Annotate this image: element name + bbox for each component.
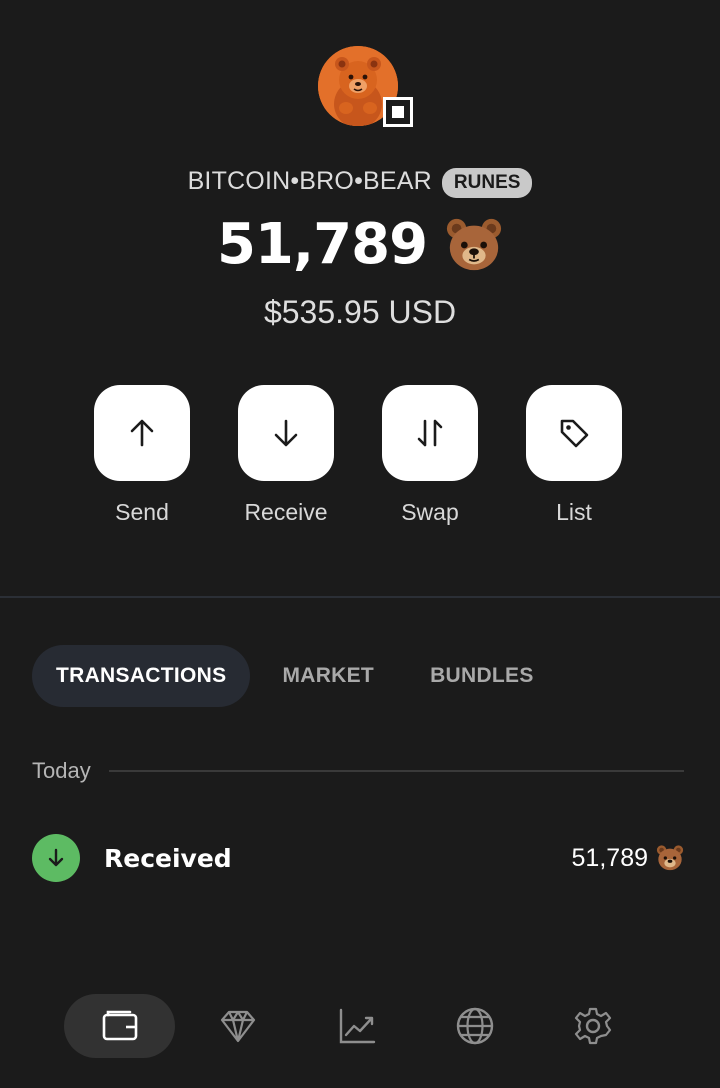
bottom-navigation bbox=[64, 994, 656, 1058]
receive-button[interactable]: Receive bbox=[238, 385, 334, 526]
swap-button[interactable]: Swap bbox=[382, 385, 478, 526]
arrow-up-icon bbox=[130, 419, 154, 447]
activity-tabs: TRANSACTIONS MARKET BUNDLES bbox=[32, 645, 566, 707]
nav-market[interactable] bbox=[301, 994, 412, 1058]
nav-explore[interactable] bbox=[419, 994, 530, 1058]
tag-icon bbox=[560, 419, 589, 448]
token-name: BITCOIN•BRO•BEAR bbox=[187, 166, 432, 195]
tab-market[interactable]: MARKET bbox=[258, 645, 398, 707]
receive-button-tile[interactable] bbox=[238, 385, 334, 481]
transaction-amount: 51,789 bbox=[572, 844, 684, 873]
section-divider bbox=[0, 596, 720, 598]
swap-arrows-icon bbox=[417, 419, 443, 447]
chart-icon bbox=[339, 1008, 375, 1044]
diamond-icon bbox=[221, 1010, 256, 1043]
gear-icon bbox=[575, 1007, 612, 1045]
transaction-amount-value: 51,789 bbox=[571, 843, 648, 872]
nav-wallet[interactable] bbox=[64, 994, 176, 1058]
transaction-label: Received bbox=[104, 843, 232, 873]
ordinals-chain-icon bbox=[383, 97, 413, 127]
bear-emoji-icon bbox=[446, 218, 502, 270]
tab-bundles[interactable]: BUNDLES bbox=[406, 645, 558, 707]
usd-value: $535.95 USD bbox=[263, 294, 457, 330]
token-detail-screen: BITCOIN•BRO•BEAR RUNES 51,789 $535.95 US… bbox=[0, 0, 720, 1088]
runes-badge: RUNES bbox=[441, 168, 533, 198]
arrow-down-icon bbox=[274, 419, 298, 447]
nav-collectibles[interactable] bbox=[182, 994, 293, 1058]
globe-icon bbox=[456, 1007, 494, 1045]
bear-emoji-icon bbox=[656, 845, 684, 871]
date-group-header: Today bbox=[32, 758, 684, 784]
swap-label: Swap bbox=[401, 499, 459, 525]
token-title-row: BITCOIN•BRO•BEAR RUNES bbox=[0, 164, 720, 198]
token-balance: 51,789 bbox=[216, 212, 428, 277]
action-buttons: Send Receive Swap List bbox=[94, 385, 622, 526]
send-button[interactable]: Send bbox=[94, 385, 190, 526]
wallet-icon bbox=[102, 1010, 138, 1041]
received-status-icon bbox=[32, 834, 80, 882]
send-label: Send bbox=[115, 499, 169, 525]
tab-transactions[interactable]: TRANSACTIONS bbox=[32, 645, 251, 707]
date-group-label: Today bbox=[32, 758, 91, 783]
arrow-down-icon bbox=[48, 848, 64, 867]
list-label: List bbox=[556, 499, 592, 525]
send-button-tile[interactable] bbox=[94, 385, 190, 481]
nav-settings[interactable] bbox=[538, 994, 649, 1058]
balance-row: 51,789 bbox=[0, 212, 720, 277]
list-button-tile[interactable] bbox=[526, 385, 622, 481]
swap-button-tile[interactable] bbox=[382, 385, 478, 481]
receive-label: Receive bbox=[244, 499, 328, 525]
list-button[interactable]: List bbox=[526, 385, 622, 526]
transaction-row[interactable]: Received 51,789 bbox=[32, 834, 684, 882]
date-group-divider bbox=[108, 770, 684, 772]
